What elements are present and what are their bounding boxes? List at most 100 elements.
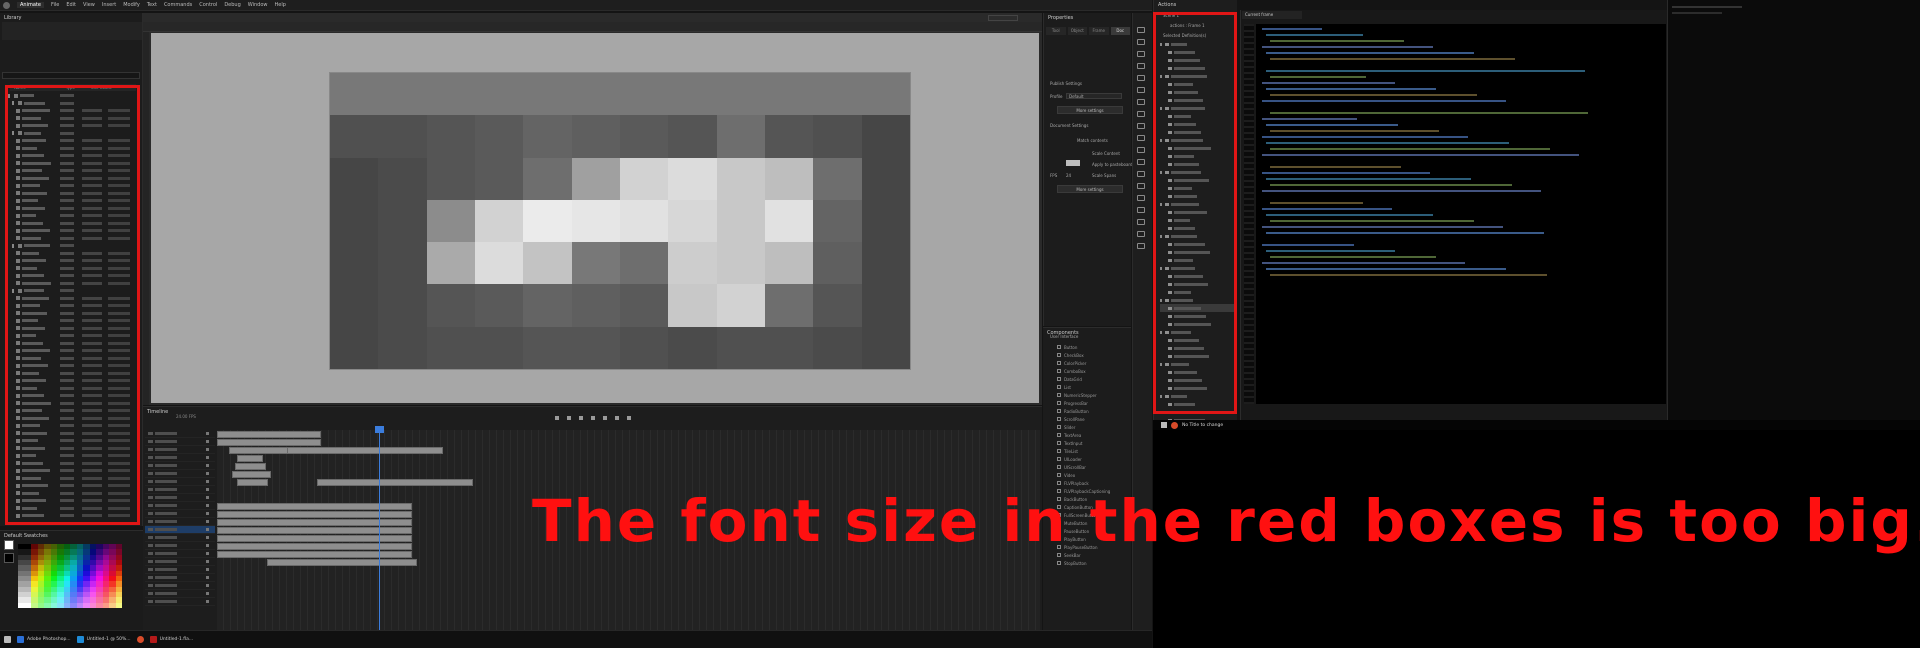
more-settings-button-1[interactable]: More settings — [1057, 106, 1123, 114]
outline-row[interactable] — [1160, 280, 1235, 288]
lock-icon[interactable] — [206, 496, 209, 499]
swatch-grid[interactable] — [18, 544, 122, 608]
menu-debug[interactable]: Debug — [224, 2, 240, 8]
lock-icon[interactable] — [206, 600, 209, 603]
outline-row[interactable] — [1160, 168, 1235, 176]
lock-icon[interactable] — [206, 488, 209, 491]
tab-current-frame[interactable]: Current frame — [1242, 11, 1302, 19]
stage-color-swatch[interactable] — [1066, 160, 1080, 166]
outline-row[interactable] — [1160, 128, 1235, 136]
frame-tween-span[interactable] — [217, 519, 412, 526]
outline-row[interactable] — [1160, 264, 1235, 272]
timeline-layer[interactable] — [145, 478, 215, 486]
library-row[interactable] — [8, 512, 136, 520]
browser-icon[interactable] — [1171, 421, 1178, 429]
last-frame-icon[interactable] — [602, 416, 607, 420]
library-row[interactable] — [8, 182, 136, 190]
taskbar2-item[interactable]: No Title to change — [1182, 423, 1223, 428]
component-item[interactable]: List — [1051, 383, 1131, 391]
playhead[interactable] — [379, 426, 380, 631]
library-row[interactable] — [8, 415, 136, 423]
menu-modify[interactable]: Modify — [123, 2, 140, 8]
prev-frame-icon[interactable] — [566, 416, 571, 420]
outline-row[interactable] — [1160, 144, 1235, 152]
frame-tween-span[interactable] — [317, 479, 473, 486]
outline-row[interactable] — [1160, 64, 1235, 72]
menu-help[interactable]: Help — [275, 2, 286, 8]
pen-icon[interactable] — [1137, 75, 1145, 81]
library-row[interactable] — [8, 437, 136, 445]
library-row[interactable] — [8, 475, 136, 483]
timeline-layer[interactable] — [145, 486, 215, 494]
fill-color-swatch[interactable] — [4, 540, 14, 550]
tab-object[interactable]: Object — [1067, 27, 1087, 35]
library-row[interactable] — [8, 362, 136, 370]
outline-row[interactable] — [1160, 408, 1235, 416]
outline-row[interactable] — [1160, 336, 1235, 344]
lock-icon[interactable] — [206, 464, 209, 467]
lock-icon[interactable] — [206, 440, 209, 443]
match-contents-label[interactable]: Match contents — [1077, 138, 1108, 143]
library-row[interactable] — [8, 115, 136, 123]
frame-tween-span[interactable] — [237, 479, 269, 486]
outline-row[interactable] — [1160, 256, 1235, 264]
scale-spans-checkbox[interactable]: Scale Spans — [1092, 173, 1116, 178]
timeline-layer[interactable] — [145, 550, 215, 558]
chevron-down-icon[interactable] — [1160, 74, 1163, 78]
lasso-icon[interactable] — [1137, 63, 1145, 69]
taskbar-item-untitled[interactable]: Untitled-1 @ 50%... — [76, 636, 131, 643]
outline-row[interactable] — [1160, 216, 1235, 224]
zoom-icon[interactable] — [1137, 207, 1145, 213]
lock-icon[interactable] — [206, 576, 209, 579]
paint-bucket-icon[interactable] — [1137, 159, 1145, 165]
library-row[interactable] — [8, 295, 136, 303]
loop-icon[interactable] — [614, 416, 619, 420]
library-row[interactable] — [8, 452, 136, 460]
fps-readout[interactable]: 24.00 FPS — [176, 414, 196, 419]
frame-tween-span[interactable] — [217, 431, 321, 438]
library-row[interactable] — [8, 197, 136, 205]
fps-value[interactable]: 24 — [1066, 173, 1071, 178]
library-row[interactable] — [8, 355, 136, 363]
onion-skin-icon[interactable] — [626, 416, 631, 420]
menu-file[interactable]: File — [51, 2, 59, 8]
chevron-down-icon[interactable] — [12, 243, 16, 248]
timeline-layer[interactable] — [145, 462, 215, 470]
component-item[interactable]: ProgressBar — [1051, 399, 1131, 407]
publish-settings-heading[interactable]: Publish Settings — [1050, 81, 1082, 86]
layer-list[interactable] — [145, 430, 215, 630]
outline-row[interactable] — [1160, 40, 1235, 48]
outline-row[interactable] — [1160, 136, 1235, 144]
lock-icon[interactable] — [206, 432, 209, 435]
eraser-icon[interactable] — [1137, 183, 1145, 189]
library-row[interactable] — [8, 220, 136, 228]
menu-view[interactable]: View — [83, 2, 95, 8]
fill-color-icon[interactable] — [1137, 231, 1145, 237]
color-swatch[interactable] — [115, 602, 122, 608]
library-row[interactable] — [8, 227, 136, 235]
text-icon[interactable] — [1137, 87, 1145, 93]
timeline-layer[interactable] — [145, 558, 215, 566]
library-row[interactable] — [8, 265, 136, 273]
scale-content-checkbox[interactable]: Scale Content — [1092, 151, 1120, 156]
taskbar-item-browser[interactable] — [136, 636, 144, 643]
library-row[interactable] — [8, 272, 136, 280]
lock-icon[interactable] — [206, 568, 209, 571]
outline-row[interactable] — [1160, 312, 1235, 320]
outline-row[interactable] — [1160, 240, 1235, 248]
lock-icon[interactable] — [206, 472, 209, 475]
outline-row[interactable] — [1160, 328, 1235, 336]
library-row[interactable] — [8, 152, 136, 160]
stroke-color-swatch[interactable] — [4, 553, 14, 563]
outline-row[interactable] — [1160, 392, 1235, 400]
free-transform-icon[interactable] — [1137, 51, 1145, 57]
timeline-layer[interactable] — [145, 598, 215, 606]
frame-tween-span[interactable] — [217, 535, 412, 542]
library-row[interactable] — [8, 235, 136, 243]
library-row[interactable] — [8, 137, 136, 145]
menu-edit[interactable]: Edit — [66, 2, 76, 8]
chevron-down-icon[interactable] — [1160, 106, 1163, 110]
component-item[interactable]: UILoader — [1051, 455, 1131, 463]
library-row[interactable] — [8, 310, 136, 318]
library-row[interactable] — [8, 242, 136, 250]
